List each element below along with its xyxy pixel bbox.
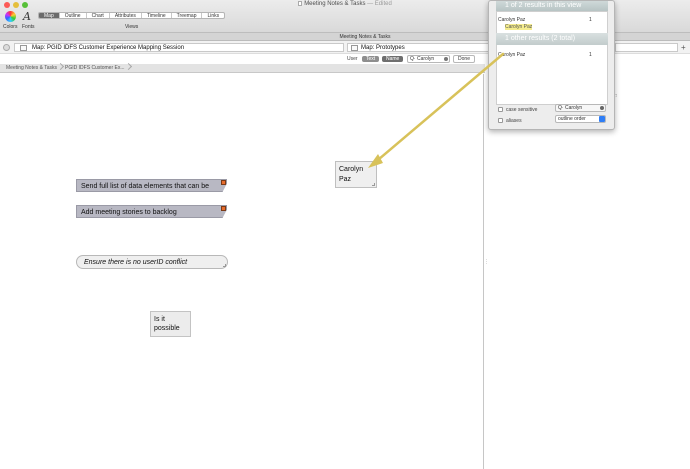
view-attributes-tab[interactable]: Attributes xyxy=(110,13,142,18)
clear-search-icon[interactable] xyxy=(444,57,448,61)
find-search-input[interactable]: Q· Carolyn xyxy=(407,55,450,63)
split-divider-handle[interactable]: ⋮ xyxy=(484,259,489,265)
note-label: possible xyxy=(154,325,180,332)
note-label: Add meeting stories to backlog xyxy=(81,209,177,216)
find-text-toggle[interactable]: Text xyxy=(362,56,380,62)
map-icon xyxy=(20,45,27,51)
map-canvas[interactable] xyxy=(0,74,484,469)
chevron-right-icon xyxy=(124,62,132,71)
note-label: Send full list of data elements that can… xyxy=(81,183,210,190)
fonts-icon[interactable]: A xyxy=(23,10,31,23)
aliases-checkbox[interactable]: aliases xyxy=(498,118,522,124)
map-title-field[interactable]: Map: PGID IDFS Customer Experience Mappi… xyxy=(14,43,344,52)
breadcrumb-item[interactable]: Meeting Notes & Tasks xyxy=(6,65,57,71)
colors-icon[interactable] xyxy=(5,11,16,22)
results-header: 1 of 2 results in this view xyxy=(496,1,608,11)
right-pane-field[interactable] xyxy=(615,43,678,52)
note-is-it-possible[interactable]: Is it possible xyxy=(150,311,191,337)
note-userid-conflict[interactable]: Ensure there is no userID conflict xyxy=(76,255,228,269)
search-icon: Q· xyxy=(558,105,564,111)
other-result-name[interactable]: Carolyn Paz xyxy=(498,52,525,58)
colors-label: Colors xyxy=(3,24,18,30)
chevron-updown-icon xyxy=(599,116,605,122)
note-label: Paz xyxy=(339,176,352,183)
fonts-label: Fonts xyxy=(22,24,35,30)
flag-icon xyxy=(221,180,226,185)
document-icon xyxy=(298,1,303,6)
note-data-elements[interactable]: Send full list of data elements that can… xyxy=(76,179,227,192)
clear-search-icon[interactable] xyxy=(600,106,604,110)
other-result-count: 1 xyxy=(589,52,592,58)
flag-icon xyxy=(221,206,226,211)
resize-handle-icon[interactable] xyxy=(372,183,375,186)
map-title: Map: PGID IDFS Customer Experience Mappi… xyxy=(32,45,185,51)
find-name-toggle[interactable]: Name xyxy=(382,56,404,62)
view-links-tab[interactable]: Links xyxy=(202,13,224,18)
secondary-map-title: Map: Prototypes xyxy=(361,45,405,51)
note-carolyn-paz[interactable]: Carolyn Paz xyxy=(335,161,377,188)
popover-search-input[interactable]: Q· Carolyn xyxy=(555,104,606,112)
resize-handle-icon[interactable] xyxy=(223,264,226,267)
view-treemap-tab[interactable]: Treemap xyxy=(172,13,203,18)
note-meeting-stories[interactable]: Add meeting stories to backlog xyxy=(76,205,227,218)
breadcrumb: Meeting Notes & Tasks PGID IDFS Customer … xyxy=(0,62,485,73)
view-switcher: Map Outline Chart Attributes Timeline Tr… xyxy=(38,12,226,19)
note-label: Carolyn xyxy=(339,166,364,173)
view-timeline-tab[interactable]: Timeline xyxy=(142,13,172,18)
result-item-count: 1 xyxy=(589,17,592,23)
map-icon xyxy=(351,45,358,51)
breadcrumb-item[interactable]: PGID IDFS Customer Ex... xyxy=(65,65,124,71)
note-label: Is it xyxy=(154,316,165,323)
result-item-snippet[interactable]: Carolyn Paz xyxy=(505,24,533,30)
view-map-tab[interactable]: Map xyxy=(39,13,60,18)
done-button[interactable]: Done xyxy=(453,55,475,63)
view-outline-tab[interactable]: Outline xyxy=(60,13,87,18)
result-item-name[interactable]: Carolyn Paz xyxy=(498,17,525,23)
find-bar: User Text Name Q· Carolyn Done xyxy=(0,55,488,64)
view-chart-tab[interactable]: Chart xyxy=(87,13,110,18)
views-label: Views xyxy=(125,24,139,30)
result-order-select[interactable]: outline order xyxy=(555,115,606,123)
search-icon: Q· xyxy=(410,56,416,62)
back-button[interactable] xyxy=(3,44,10,51)
find-user-label: User xyxy=(347,56,358,62)
case-sensitive-checkbox[interactable]: case sensitive xyxy=(498,107,537,113)
secondary-map-field[interactable]: Map: Prototypes xyxy=(347,43,497,52)
note-label: Ensure there is no userID conflict xyxy=(84,259,188,266)
add-pane-button[interactable]: + xyxy=(681,43,686,52)
other-results-header: 1 other results (2 total) xyxy=(496,33,608,45)
chevron-right-icon xyxy=(57,62,65,71)
